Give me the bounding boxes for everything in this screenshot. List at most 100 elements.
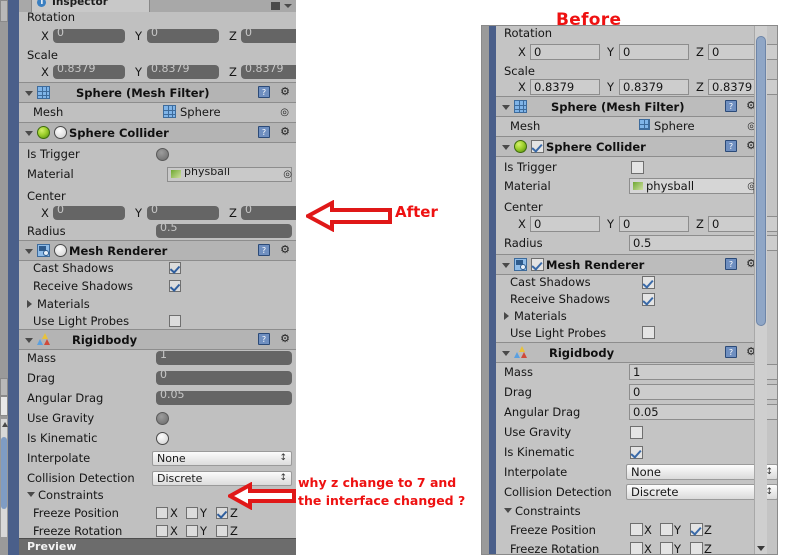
left-chrome-handle[interactable] <box>0 378 8 396</box>
foldout-icon[interactable] <box>502 105 510 110</box>
object-picker-icon[interactable]: ◎ <box>283 169 292 180</box>
material-field[interactable]: physball <box>167 166 292 182</box>
mesh-renderer-enabled-toggle[interactable] <box>54 244 67 257</box>
receive-shadows-checkbox[interactable] <box>642 292 655 306</box>
sphere-collider-enabled-checkbox[interactable] <box>531 140 544 153</box>
component-header-sphere-collider[interactable]: Sphere Collider ? ⚙ <box>496 136 761 157</box>
left-outer-scrollbar[interactable] <box>0 418 8 538</box>
foldout-icon[interactable] <box>502 263 510 268</box>
scrollbar-thumb[interactable] <box>756 36 766 326</box>
freeze-position-z-checkbox[interactable] <box>690 523 703 536</box>
help-icon[interactable]: ? <box>258 244 270 256</box>
center-y-field[interactable]: 0 <box>147 206 219 220</box>
preview-bar[interactable]: Preview <box>19 538 296 555</box>
freeze-position-x-checkbox[interactable] <box>156 507 168 519</box>
receive-shadows-checkbox[interactable] <box>169 280 181 292</box>
freeze-position-y-checkbox[interactable] <box>186 507 198 519</box>
freeze-rotation-y-checkbox[interactable] <box>660 542 673 554</box>
scale-y-field[interactable]: 0.8379 <box>619 79 689 95</box>
freeze-position-y-checkbox[interactable] <box>660 523 673 536</box>
collapse-arrow-icon[interactable] <box>504 508 512 513</box>
component-header-sphere-collider[interactable]: Sphere Collider ? ⚙ <box>19 122 296 143</box>
component-header-mesh-filter[interactable]: Sphere (Mesh Filter) ? ⚙ <box>496 96 761 117</box>
scale-x-field[interactable]: 0.8379 <box>53 65 125 79</box>
use-light-probes-checkbox[interactable] <box>169 314 181 327</box>
expand-arrow-icon[interactable] <box>504 311 509 320</box>
component-header-mesh-filter[interactable]: Sphere (Mesh Filter) ? ⚙ <box>19 82 296 103</box>
constraints-row[interactable]: Constraints <box>496 502 761 520</box>
is-kinematic-checkbox[interactable] <box>630 445 643 459</box>
sphere-collider-enabled-toggle[interactable] <box>54 126 67 139</box>
scale-y-field[interactable]: 0.8379 <box>147 65 219 79</box>
gear-icon[interactable]: ⚙ <box>280 126 290 137</box>
rotation-z-field[interactable]: 0 <box>708 44 777 60</box>
use-gravity-checkbox[interactable] <box>630 425 643 439</box>
mass-field[interactable]: 1 <box>156 351 292 365</box>
radius-field[interactable]: 0.5 <box>156 224 292 238</box>
inspector-vertical-scrollbar[interactable] <box>754 26 767 554</box>
center-x-field[interactable]: 0 <box>53 206 125 220</box>
freeze-rotation-z-checkbox[interactable] <box>690 542 703 554</box>
help-icon[interactable]: ? <box>725 258 737 270</box>
freeze-rotation-z-checkbox[interactable] <box>216 525 228 537</box>
freeze-rotation-y-checkbox[interactable] <box>186 525 198 537</box>
help-icon[interactable]: ? <box>725 100 737 112</box>
center-y-field[interactable]: 0 <box>619 216 689 232</box>
material-field[interactable]: physball <box>629 178 754 194</box>
use-gravity-toggle[interactable] <box>156 411 169 425</box>
center-z-field[interactable]: 0 <box>708 216 777 232</box>
help-icon[interactable]: ? <box>725 346 737 358</box>
help-icon[interactable]: ? <box>258 126 270 138</box>
collapse-arrow-icon[interactable] <box>27 492 35 497</box>
rotation-y-field[interactable]: 0 <box>147 29 219 43</box>
cast-shadows-checkbox[interactable] <box>642 275 655 289</box>
foldout-icon[interactable] <box>25 338 33 343</box>
freeze-rotation-x-checkbox[interactable] <box>630 542 643 554</box>
expand-arrow-icon[interactable] <box>27 299 32 308</box>
window-menu-icon[interactable] <box>284 4 292 8</box>
freeze-rotation-x-checkbox[interactable] <box>156 525 168 537</box>
scale-x-field[interactable]: 0.8379 <box>530 79 600 95</box>
foldout-icon[interactable] <box>25 131 33 136</box>
help-icon[interactable]: ? <box>258 333 270 345</box>
scale-z-field[interactable]: 0.8379 <box>241 65 296 79</box>
rotation-y-field[interactable]: 0 <box>619 44 689 60</box>
foldout-icon[interactable] <box>502 351 510 356</box>
scrollbar-thumb[interactable] <box>1 437 7 509</box>
use-light-probes-checkbox[interactable] <box>642 326 655 339</box>
center-x-field[interactable]: 0 <box>530 216 600 232</box>
help-icon[interactable]: ? <box>258 86 270 98</box>
mesh-renderer-enabled-checkbox[interactable] <box>531 258 544 271</box>
is-trigger-toggle[interactable] <box>156 147 169 161</box>
is-kinematic-toggle[interactable] <box>156 431 169 445</box>
cast-shadows-checkbox[interactable] <box>169 262 181 274</box>
angular-drag-field[interactable]: 0.05 <box>156 391 292 405</box>
rotation-x-field[interactable]: 0 <box>53 29 125 43</box>
foldout-icon[interactable] <box>502 145 510 150</box>
materials-row[interactable]: Materials <box>19 295 296 312</box>
component-header-mesh-renderer[interactable]: Mesh Renderer ? ⚙ <box>19 240 296 261</box>
window-lock-icon[interactable] <box>271 2 280 10</box>
gear-icon[interactable]: ⚙ <box>280 244 290 255</box>
gear-icon[interactable]: ⚙ <box>280 333 290 344</box>
freeze-position-z-checkbox[interactable] <box>216 507 228 519</box>
materials-row[interactable]: Materials <box>496 307 761 324</box>
object-picker-icon[interactable]: ◎ <box>280 107 289 118</box>
component-header-mesh-renderer[interactable]: Mesh Renderer ? ⚙ <box>496 254 761 275</box>
is-trigger-checkbox[interactable] <box>631 160 644 174</box>
scroll-down-arrow-icon[interactable] <box>757 546 765 551</box>
freeze-position-x-checkbox[interactable] <box>630 523 643 536</box>
gear-icon[interactable]: ⚙ <box>280 86 290 97</box>
mesh-value[interactable]: Sphere <box>654 119 695 133</box>
component-header-rigidbody[interactable]: Rigidbody ? ⚙ <box>496 342 761 363</box>
interpolate-dropdown[interactable]: None ↕ <box>152 450 292 466</box>
rotation-x-field[interactable]: 0 <box>530 44 600 60</box>
center-z-field[interactable]: 0 <box>241 206 296 220</box>
left-chrome-button-top[interactable] <box>0 0 8 22</box>
scale-z-field[interactable]: 0.8379 <box>708 79 777 95</box>
mesh-value[interactable]: Sphere <box>180 105 221 119</box>
foldout-icon[interactable] <box>25 249 33 254</box>
left-chrome-box[interactable] <box>0 396 8 416</box>
drag-field[interactable]: 0 <box>156 371 292 385</box>
rotation-z-field[interactable]: 0 <box>241 29 296 43</box>
